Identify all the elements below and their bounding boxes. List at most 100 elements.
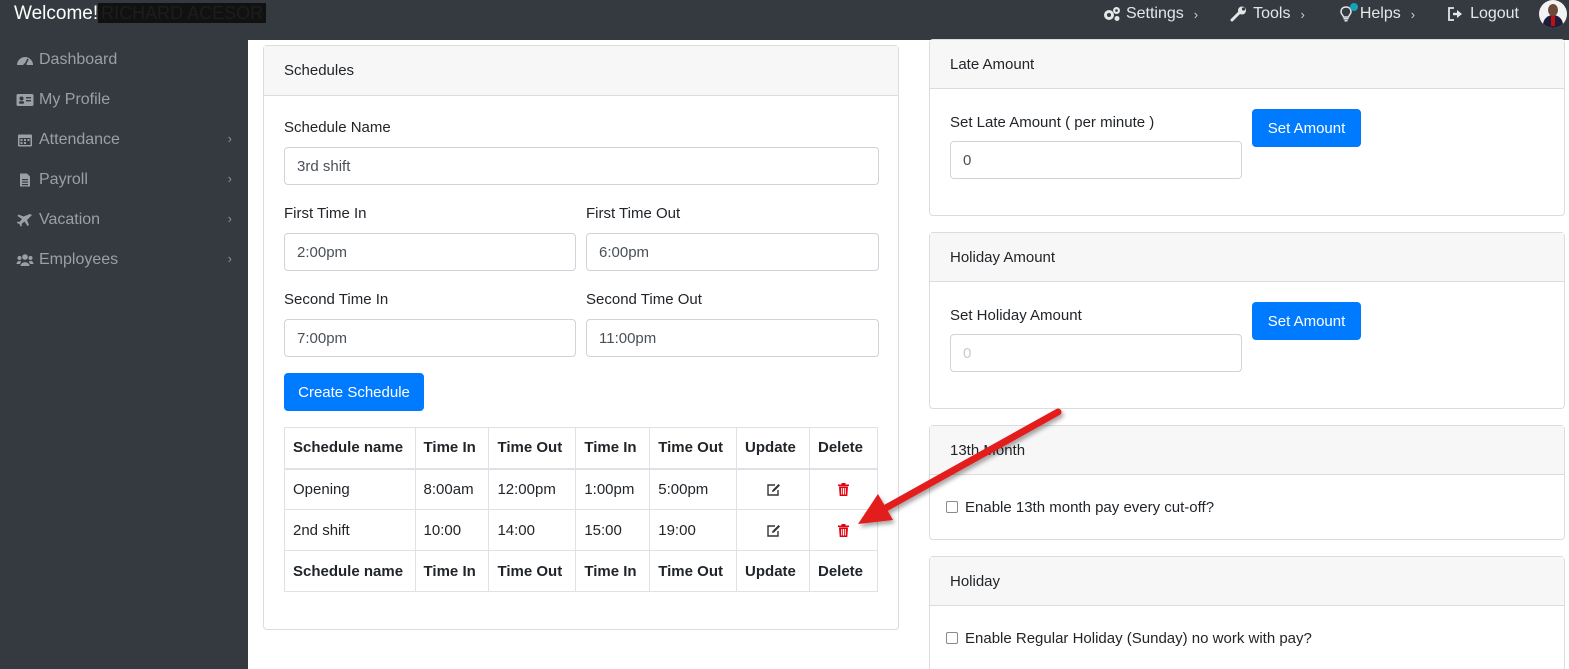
- sidebar-item-my-profile[interactable]: My Profile: [0, 80, 248, 120]
- top-nav-menu: Settings › Tools › Helps › Logout: [1071, 0, 1569, 28]
- thirteenth-month-checkbox-label: Enable 13th month pay every cut-off?: [965, 499, 1215, 516]
- nav-logout[interactable]: Logout: [1447, 5, 1519, 23]
- create-schedule-button[interactable]: Create Schedule: [284, 373, 424, 411]
- trash-icon[interactable]: [837, 524, 849, 538]
- first-time-in-input[interactable]: [284, 233, 576, 271]
- cell-time-out: 5:00pm: [649, 468, 738, 510]
- column-header: Time Out: [649, 427, 738, 470]
- holiday-card-header: Holiday: [930, 557, 1564, 606]
- set-late-amount-button[interactable]: Set Amount: [1252, 109, 1361, 147]
- thirteenth-month-checkbox[interactable]: [946, 501, 958, 513]
- second-time-in-input[interactable]: [284, 319, 576, 357]
- cell-time-out: 14:00: [488, 509, 577, 551]
- column-footer: Time In: [414, 550, 490, 592]
- column-header: Update: [736, 427, 810, 470]
- table-footer-row: Schedule name Time In Time Out Time In T…: [284, 550, 879, 592]
- sign-out-icon: [1447, 6, 1465, 22]
- nav-helps-label: Helps: [1359, 5, 1401, 22]
- nav-helps[interactable]: Helps ›: [1337, 3, 1416, 23]
- first-time-out-input[interactable]: [586, 233, 879, 271]
- sidebar-item-label: My Profile: [39, 91, 111, 108]
- nav-settings-label: Settings: [1125, 5, 1184, 22]
- trash-icon[interactable]: [837, 483, 849, 497]
- column-header: Schedule name: [284, 427, 416, 470]
- holiday-amount-input[interactable]: [950, 334, 1242, 372]
- chevron-right-icon: ›: [227, 171, 232, 186]
- second-time-out-input[interactable]: [586, 319, 879, 357]
- cell-time-in: 10:00: [414, 509, 490, 551]
- holiday-amount-title: Holiday Amount: [950, 248, 1056, 266]
- cell-time-in: 8:00am: [414, 468, 490, 510]
- wrench-icon: [1230, 6, 1248, 22]
- column-footer: Time In: [575, 550, 651, 592]
- second-time-out-label: Second Time Out: [586, 291, 702, 308]
- nav-settings[interactable]: Settings ›: [1103, 5, 1198, 23]
- gears-icon: [1103, 6, 1121, 22]
- chevron-right-icon: ›: [227, 251, 232, 266]
- table-row: Opening 8:00am 12:00pm 1:00pm 5:00pm: [284, 468, 879, 510]
- set-holiday-amount-button[interactable]: Set Amount: [1252, 302, 1361, 340]
- regular-holiday-checkbox-label: Enable Regular Holiday (Sunday) no work …: [965, 630, 1312, 647]
- cell-schedule-name: 2nd shift: [284, 509, 416, 551]
- welcome-text: Welcome! RICHARD ACESOR: [14, 3, 267, 25]
- regular-holiday-checkbox[interactable]: [946, 632, 958, 644]
- holiday-title: Holiday: [950, 572, 1001, 590]
- holiday-amount-card: Holiday Amount Set Holiday Amount Set Am…: [929, 232, 1565, 409]
- chevron-right-icon: ›: [1410, 6, 1416, 22]
- cell-time-out: 12:00pm: [488, 468, 577, 510]
- dashboard-icon: [16, 53, 34, 67]
- cell-delete: [808, 509, 879, 551]
- sidebar-item-label: Employees: [39, 251, 119, 268]
- sidebar-item-label: Attendance: [39, 131, 120, 148]
- column-footer: Schedule name: [284, 550, 416, 592]
- user-avatar[interactable]: [1539, 0, 1567, 28]
- table-row: 2nd shift 10:00 14:00 15:00 19:00: [284, 509, 879, 551]
- lightbulb-icon: [1337, 3, 1358, 22]
- first-time-in-label: First Time In: [284, 205, 367, 222]
- first-time-out-label: First Time Out: [586, 205, 681, 222]
- sidebar-item-payroll[interactable]: Payroll ›: [0, 160, 248, 200]
- sidebar-item-vacation[interactable]: Vacation ›: [0, 200, 248, 240]
- notification-dot: [1349, 3, 1358, 11]
- nav-logout-label: Logout: [1470, 5, 1519, 22]
- schedule-name-label: Schedule Name: [284, 119, 391, 136]
- edit-icon[interactable]: [766, 524, 781, 537]
- late-amount-card-header: Late Amount: [930, 40, 1564, 89]
- edit-icon[interactable]: [766, 483, 781, 496]
- user-name: RICHARD ACESOR: [98, 3, 267, 23]
- cell-time-in: 15:00: [575, 509, 651, 551]
- welcome-label: Welcome!: [14, 3, 99, 24]
- thirteenth-month-card-header: 13th Month: [930, 426, 1564, 475]
- column-footer: Time Out: [649, 550, 738, 592]
- file-icon: [16, 173, 34, 187]
- sidebar-item-employees[interactable]: Employees ›: [0, 240, 248, 280]
- chevron-right-icon: ›: [1193, 6, 1199, 22]
- cell-update: [736, 509, 810, 551]
- calendar-icon: [16, 133, 34, 147]
- cell-time-in: 1:00pm: [575, 468, 651, 510]
- chevron-right-icon: ›: [227, 211, 232, 226]
- schedules-card: Schedules Schedule Name First Time In Fi…: [263, 45, 899, 630]
- nav-tools-label: Tools: [1253, 5, 1291, 22]
- column-header: Delete: [808, 427, 879, 470]
- sidebar-item-label: Payroll: [39, 171, 88, 188]
- holiday-amount-label: Set Holiday Amount: [950, 307, 1082, 324]
- sidebar: Dashboard My Profile Attendance › Payrol…: [0, 40, 248, 669]
- sidebar-item-label: Dashboard: [39, 51, 118, 68]
- late-amount-input[interactable]: [950, 141, 1242, 179]
- cell-delete: [808, 468, 879, 510]
- cell-update: [736, 468, 810, 510]
- table-header-row: Schedule name Time In Time Out Time In T…: [284, 427, 879, 470]
- schedules-card-header: Schedules: [264, 46, 898, 96]
- chevron-right-icon: ›: [227, 131, 232, 146]
- schedule-name-input[interactable]: [284, 147, 879, 185]
- sidebar-item-attendance[interactable]: Attendance ›: [0, 120, 248, 160]
- chevron-right-icon: ›: [1300, 6, 1305, 22]
- nav-tools[interactable]: Tools ›: [1230, 5, 1305, 23]
- cell-time-out: 19:00: [649, 509, 738, 551]
- cell-schedule-name: Opening: [284, 468, 416, 510]
- id-card-icon: [16, 93, 34, 107]
- sidebar-item-dashboard[interactable]: Dashboard: [0, 40, 248, 80]
- column-header: Time In: [575, 427, 651, 470]
- holiday-card: Holiday Enable Regular Holiday (Sunday) …: [929, 556, 1565, 669]
